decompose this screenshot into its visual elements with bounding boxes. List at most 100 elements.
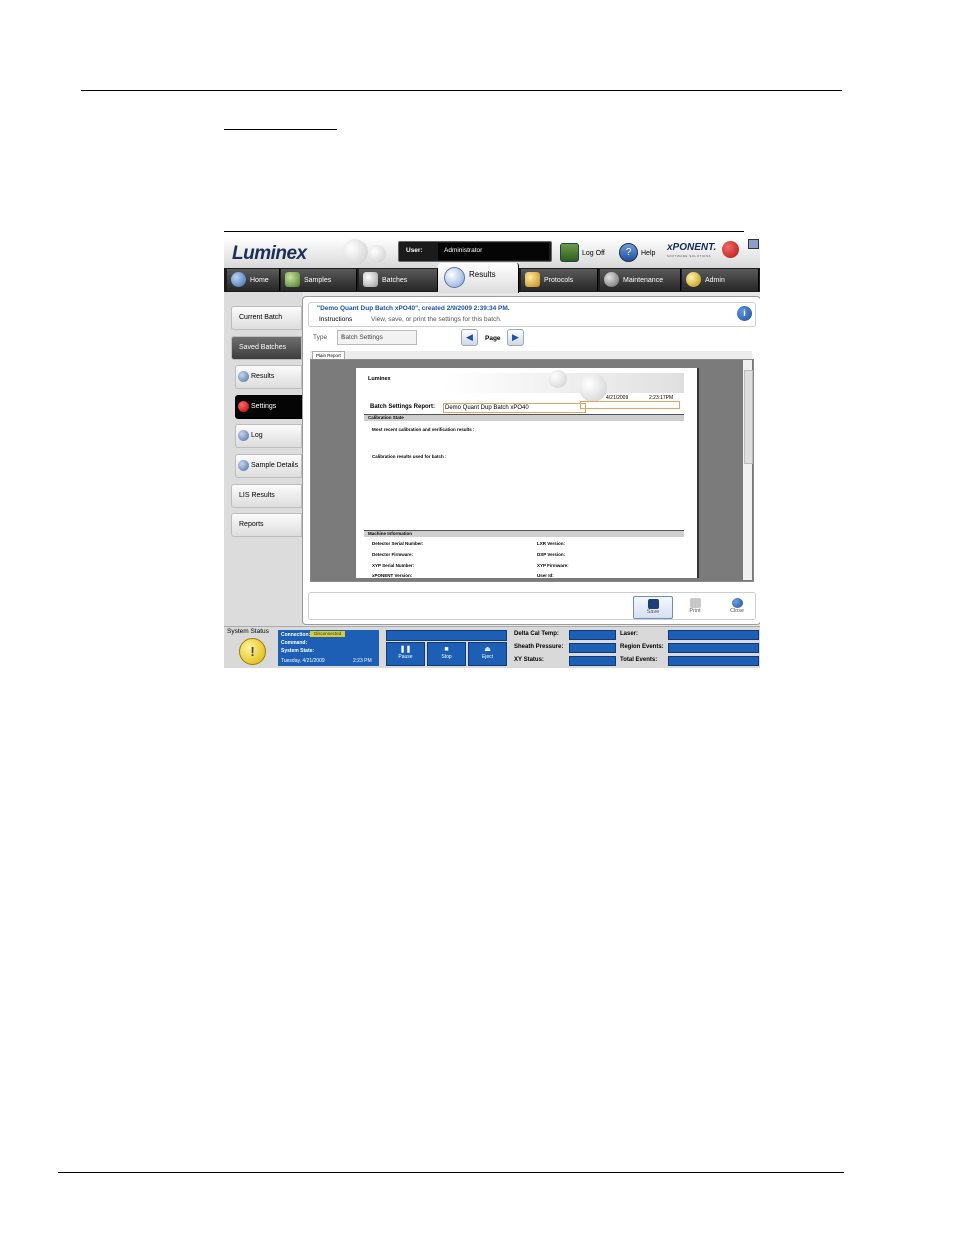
save-icon [647,599,659,609]
save-label: Save [646,609,660,615]
arrow-left-icon: ◀ [466,332,473,342]
connection-status-badge: Disconnected [310,631,346,637]
settings-panel: "Demo Quant Dup Batch xPO40", created 2/… [302,296,760,625]
report-tabstrip: Plain Report [310,351,752,360]
samples-icon [285,272,300,287]
sidebar-item-label: LIS Results [239,492,275,499]
tab-label: Protocols [544,277,574,284]
tab-home[interactable]: Home [227,269,280,291]
section-underline [224,129,337,130]
save-button[interactable]: Save [633,596,673,619]
info-icon[interactable]: i [737,306,752,321]
eject-icon: ⏏ [484,646,491,653]
log-bullet-icon [238,430,249,441]
report-batch-name: Demo Quant Dup Batch xPO40 [443,403,586,413]
tab-label: Results [469,270,496,279]
instructions-text: View, save, or print the settings for th… [371,316,502,323]
calibration-section-header: Calibration State [364,414,684,421]
scrollbar-thumb[interactable] [744,370,753,464]
xponent-window: Luminex User: Administrator Log Off ? He… [224,237,760,668]
batch-title: "Demo Quant Dup Batch xPO40", created 2/… [317,305,510,312]
eject-button[interactable]: ⏏ Eject [468,642,507,666]
results-chart-icon [444,267,465,288]
logoff-icon[interactable] [560,243,579,262]
status-light-icon [722,241,739,258]
user-label: User: [406,247,423,254]
recent-calibration-label: Most recent calibration and verification… [372,427,475,432]
logoff-button[interactable]: Log Off [582,250,605,257]
settings-bullet-icon [238,401,249,412]
stop-icon: ■ [444,646,449,653]
sidebar-item-settings[interactable]: Settings [235,395,302,419]
sidebar-item-reports[interactable]: Reports [231,513,302,537]
tab-admin[interactable]: Admin [682,269,759,291]
results-bullet-icon [238,371,249,382]
tab-maintenance[interactable]: Maintenance [600,269,681,291]
sidebar-item-current-batch[interactable]: Current Batch [231,306,302,330]
maintenance-icon [604,272,619,287]
xy-status-value [569,656,616,666]
instructions-label: Instructions [319,316,353,323]
sidebar-item-saved-batches[interactable]: Saved Batches [231,336,302,360]
region-events-value [668,643,759,653]
type-label: Type [313,334,328,341]
sidebar-item-label: Results [251,373,275,380]
user-field: Administrator [438,243,549,260]
sidebar-item-results[interactable]: Results [235,365,302,389]
report-date-frame [580,401,680,409]
sheath-pressure-value [569,643,616,653]
total-events-value [668,656,759,666]
close-button[interactable]: Close [718,596,756,617]
luminex-logo: Luminex [232,243,307,264]
pause-button[interactable]: ❚❚ Pause [386,642,425,666]
xponent-logo: xPONENT. [667,242,717,253]
protocols-icon [525,272,540,287]
calibration-used-label: Calibration results used for batch : [372,454,447,459]
stop-button[interactable]: ■ Stop [427,642,466,666]
report-scrollbar[interactable] [743,360,753,580]
machine-section-header: Machine Information [364,530,684,537]
sidebar-item-label: Sample Details [251,462,299,469]
status-date: Tuesday, 4/21/2009 [281,658,325,664]
help-icon[interactable]: ? [619,243,638,262]
tab-results[interactable]: Results [438,263,519,293]
decorative-bubble [368,245,386,263]
type-dropdown[interactable]: Batch Settings ▼ [337,330,417,345]
warning-icon[interactable]: ! [239,638,266,665]
arrow-right-icon: ▶ [512,332,519,342]
admin-icon [686,272,701,287]
machine-field-label: XYP Firmware: [537,563,569,568]
tab-batches[interactable]: Batches [359,269,438,291]
region-events-label: Region Events: [620,644,664,650]
tab-protocols[interactable]: Protocols [521,269,598,291]
pause-label: Pause [398,654,413,660]
sidebar-item-log[interactable]: Log [235,424,302,448]
tab-label: Admin [705,277,725,284]
sidebar-item-lis-results[interactable]: LIS Results [231,484,302,508]
system-state-label: System State: [281,648,315,654]
sidebar-item-sample-details[interactable]: Sample Details [235,454,302,478]
laser-label: Laser: [620,631,639,637]
decorative-bubble [342,239,368,265]
help-button[interactable]: Help [641,250,655,257]
tab-samples[interactable]: Samples [281,269,357,291]
decorative-bubble [549,370,567,388]
print-button[interactable]: Print [676,596,714,617]
tab-label: Batches [382,277,408,284]
report-header-banner: Luminex [364,370,684,402]
next-page-button[interactable]: ▶ [507,329,524,346]
tab-label: Samples [304,277,332,284]
sample-details-bullet-icon [238,460,249,471]
batches-icon [363,272,378,287]
page-label: Page [485,335,501,342]
laser-value [668,630,759,640]
batch-header: "Demo Quant Dup Batch xPO40", created 2/… [308,302,756,327]
minimize-icon[interactable] [748,239,759,249]
machine-field-label: xPONENT Version: [372,573,413,578]
previous-page-button[interactable]: ◀ [461,329,478,346]
eject-label: Eject [481,654,494,660]
user-name: Administrator [444,247,483,254]
close-label: Close [729,608,745,614]
stop-label: Stop [441,654,452,660]
run-progress-bar [386,630,507,641]
